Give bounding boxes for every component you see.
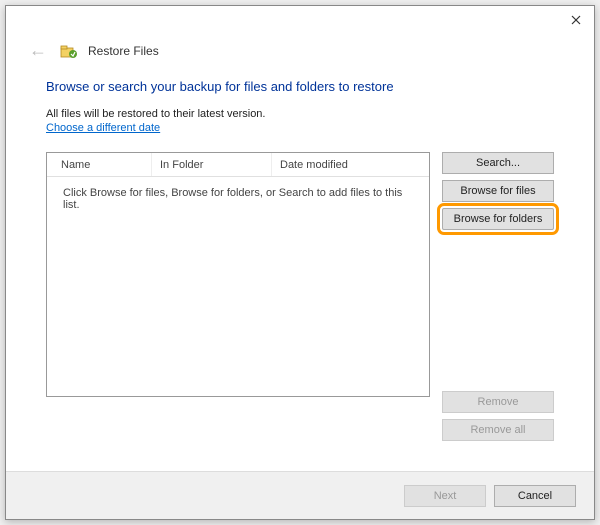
file-list-panel[interactable]: Name In Folder Date modified Click Brows…	[46, 152, 430, 397]
browse-for-files-button[interactable]: Browse for files	[442, 180, 554, 202]
column-in-folder[interactable]: In Folder	[152, 153, 272, 176]
close-icon	[571, 12, 581, 28]
restore-files-dialog: ← Restore Files Browse or search your ba…	[5, 5, 595, 520]
list-header: Name In Folder Date modified	[47, 153, 429, 177]
search-button[interactable]: Search...	[442, 152, 554, 174]
restore-files-icon	[60, 42, 78, 60]
window-title: Restore Files	[88, 44, 159, 58]
back-arrow-icon: ←	[26, 40, 50, 61]
main-heading: Browse or search your backup for files a…	[46, 79, 554, 94]
spacer	[442, 236, 554, 385]
content-area: Browse or search your backup for files a…	[6, 71, 594, 441]
close-button[interactable]	[558, 6, 594, 34]
choose-date-link[interactable]: Choose a different date	[46, 122, 554, 134]
info-text: All files will be restored to their late…	[46, 108, 554, 120]
browse-for-folders-button[interactable]: Browse for folders	[442, 208, 554, 230]
side-buttons: Search... Browse for files Browse for fo…	[442, 152, 554, 441]
remove-button: Remove	[442, 391, 554, 413]
list-body: Click Browse for files, Browse for folde…	[47, 177, 429, 396]
titlebar	[6, 6, 594, 40]
next-button: Next	[404, 485, 486, 507]
empty-list-message: Click Browse for files, Browse for folde…	[63, 187, 413, 211]
footer: Next Cancel	[6, 471, 594, 519]
mid-area: Name In Folder Date modified Click Brows…	[46, 152, 554, 441]
header-row: ← Restore Files	[6, 40, 594, 71]
remove-all-button: Remove all	[442, 419, 554, 441]
column-date-modified[interactable]: Date modified	[272, 153, 429, 176]
column-name[interactable]: Name	[47, 153, 152, 176]
cancel-button[interactable]: Cancel	[494, 485, 576, 507]
